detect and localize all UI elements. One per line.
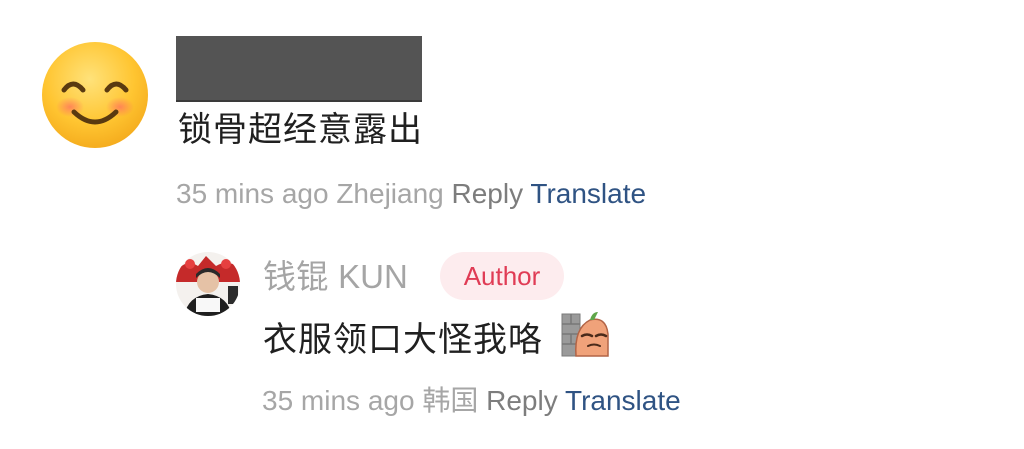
comment-time: 35 mins ago <box>176 178 329 209</box>
author-badge: Author <box>440 252 564 300</box>
translate-reply-button[interactable]: Translate <box>565 385 681 416</box>
redacted-username[interactable] <box>176 36 422 100</box>
peeking-sticker-icon <box>561 312 609 357</box>
reply-text: 衣服领口大怪我咯 <box>263 321 543 359</box>
comment-meta: 35 mins ago Zhejiang Reply Translate <box>176 176 646 212</box>
author-avatar[interactable] <box>176 252 240 316</box>
reply-location: 韩国 <box>422 385 479 416</box>
reply-meta: 35 mins ago 韩国 Reply Translate <box>262 383 681 419</box>
reply-button[interactable]: Reply <box>452 178 524 209</box>
comment-thread: 锁骨超经意露出 35 mins ago Zhejiang Reply Trans… <box>0 0 1024 449</box>
reply-to-reply-button[interactable]: Reply <box>486 385 558 416</box>
author-name[interactable]: 钱锟 KUN <box>263 256 408 298</box>
comment-text: 锁骨超经意露出 <box>178 111 423 149</box>
comment-location: Zhejiang <box>336 178 444 209</box>
reply-time: 35 mins ago <box>262 385 415 416</box>
translate-button[interactable]: Translate <box>530 178 646 209</box>
smiling-face-icon[interactable] <box>40 40 150 150</box>
